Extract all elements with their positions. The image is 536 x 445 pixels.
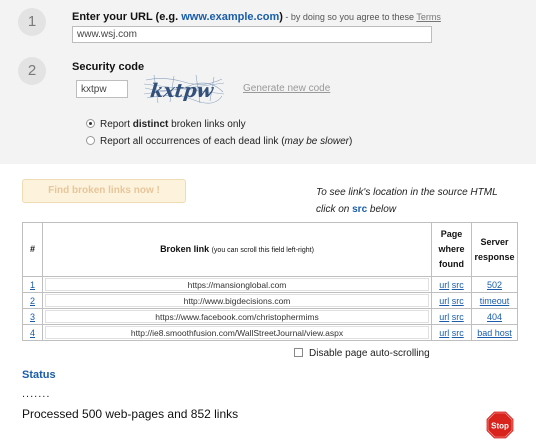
radio-all[interactable] xyxy=(86,136,95,145)
terms-link[interactable]: Terms xyxy=(416,12,441,22)
broken-link-cell: https://www.facebook.com/christophermims xyxy=(42,308,432,325)
row-number-link[interactable]: 2 xyxy=(30,296,35,306)
stop-label: Stop xyxy=(491,422,509,431)
find-broken-links-button[interactable]: Find broken links now ! xyxy=(22,179,186,203)
broken-link-cell: http://ie8.smoothfusion.com/WallStreetJo… xyxy=(42,324,432,341)
src-link[interactable]: src xyxy=(452,296,464,306)
table-row: 4 http://ie8.smoothfusion.com/WallStreet… xyxy=(22,324,518,341)
broken-link-cell: https://mansionglobal.com xyxy=(42,276,432,293)
broken-links-table: # Broken link (you can scroll this field… xyxy=(22,222,518,341)
server-response-cell: 404 xyxy=(471,308,518,325)
server-response-cell: timeout xyxy=(471,292,518,309)
row-number-link[interactable]: 4 xyxy=(30,328,35,338)
processed-summary: Processed 500 web-pages and 852 links xyxy=(22,407,239,421)
src-link[interactable]: src xyxy=(452,280,464,290)
option-all-italic: may be slower xyxy=(284,136,350,147)
page-found-cell: url src xyxy=(431,292,472,309)
option-distinct-bold: distinct xyxy=(132,119,169,130)
src-link[interactable]: src xyxy=(452,312,464,322)
generate-new-code-link[interactable]: Generate new code xyxy=(243,83,330,94)
table-row: 3 https://www.facebook.com/christophermi… xyxy=(22,308,518,325)
broken-link-cell: http://www.bigdecisions.com xyxy=(42,292,432,309)
col-resp-line-1: Server xyxy=(480,236,509,247)
row-number-link[interactable]: 3 xyxy=(30,312,35,322)
url-label-text: Enter your URL (e.g. xyxy=(72,11,182,23)
hint-line-2-pre: click on xyxy=(316,204,353,215)
table-row: 1 https://mansionglobal.com url src 502 xyxy=(22,276,518,293)
url-example: www.example.com xyxy=(181,11,280,23)
response-link[interactable]: 502 xyxy=(487,280,502,290)
url-link[interactable]: url xyxy=(439,280,449,290)
page-found-cell: url src xyxy=(431,276,472,293)
row-number: 4 xyxy=(22,324,43,341)
row-number: 2 xyxy=(22,292,43,309)
page-found-cell: url src xyxy=(431,324,472,341)
url-link[interactable]: url xyxy=(439,312,449,322)
captcha-image: kxtpw xyxy=(144,74,224,104)
step-2-badge: 2 xyxy=(18,57,46,85)
col-num-header: # xyxy=(22,222,43,277)
hint-line-2: click on src below xyxy=(316,201,526,218)
step-1-badge: 1 xyxy=(18,8,46,36)
table-row: 2 http://www.bigdecisions.com url src ti… xyxy=(22,292,518,309)
response-link[interactable]: bad host xyxy=(477,328,512,338)
response-link[interactable]: 404 xyxy=(487,312,502,322)
option-distinct-pre: Report xyxy=(100,119,133,130)
stop-icon[interactable]: Stop xyxy=(485,410,515,440)
consent-text: - by doing so you agree to these xyxy=(282,12,417,22)
form-panel: 1 Enter your URL (e.g. www.example.com) … xyxy=(0,0,536,164)
col-found-line-3: found xyxy=(439,259,464,269)
server-response-cell: 502 xyxy=(471,276,518,293)
disable-autoscroll-checkbox[interactable] xyxy=(294,348,303,357)
page-found-cell: url src xyxy=(431,308,472,325)
col-link-header: Broken link (you can scroll this field l… xyxy=(42,222,432,277)
col-link-title: Broken link xyxy=(160,243,210,254)
option-all[interactable]: Report all occurrences of each dead link… xyxy=(86,136,352,147)
security-code-label: Security code xyxy=(72,61,145,73)
col-resp-line-2: response xyxy=(474,251,515,262)
option-distinct[interactable]: Report distinct broken links only xyxy=(86,119,246,130)
option-all-post: ) xyxy=(349,136,353,147)
option-all-pre: Report all occurrences of each dead link… xyxy=(100,136,285,147)
col-response-header: Server response xyxy=(471,222,518,277)
hint-src-word: src xyxy=(352,204,368,215)
url-label: Enter your URL (e.g. www.example.com) - … xyxy=(72,11,441,23)
hint-line-1: To see link's location in the source HTM… xyxy=(316,187,498,198)
option-distinct-post: broken links only xyxy=(168,119,246,130)
src-hint: To see link's location in the source HTM… xyxy=(316,184,526,218)
response-link[interactable]: timeout xyxy=(480,296,510,306)
broken-link-field[interactable]: https://www.facebook.com/christophermims xyxy=(45,310,429,323)
broken-link-field[interactable]: http://www.bigdecisions.com xyxy=(45,294,429,307)
hint-line-2-post: below xyxy=(367,204,397,215)
url-link[interactable]: url xyxy=(439,296,449,306)
disable-autoscroll-label: Disable page auto-scrolling xyxy=(309,348,430,359)
radio-distinct[interactable] xyxy=(86,119,95,128)
url-input[interactable] xyxy=(72,26,432,43)
url-link[interactable]: url xyxy=(439,328,449,338)
progress-dots: ....... xyxy=(22,388,51,400)
row-number: 1 xyxy=(22,276,43,293)
status-title: Status xyxy=(22,369,56,381)
col-found-line-1: Page xyxy=(440,229,463,239)
col-found-header: Page where found xyxy=(431,222,472,277)
src-link[interactable]: src xyxy=(452,328,464,338)
row-number-link[interactable]: 1 xyxy=(30,280,35,290)
row-number: 3 xyxy=(22,308,43,325)
broken-link-field[interactable]: https://mansionglobal.com xyxy=(45,278,429,291)
col-link-note: (you can scroll this field left-right) xyxy=(211,246,314,254)
disable-autoscroll-option[interactable]: Disable page auto-scrolling xyxy=(294,348,430,359)
security-code-input[interactable] xyxy=(76,80,128,98)
broken-link-field[interactable]: http://ie8.smoothfusion.com/WallStreetJo… xyxy=(45,326,429,339)
col-found-line-2: where xyxy=(438,244,465,254)
server-response-cell: bad host xyxy=(471,324,518,341)
captcha-text: kxtpw xyxy=(149,80,215,102)
